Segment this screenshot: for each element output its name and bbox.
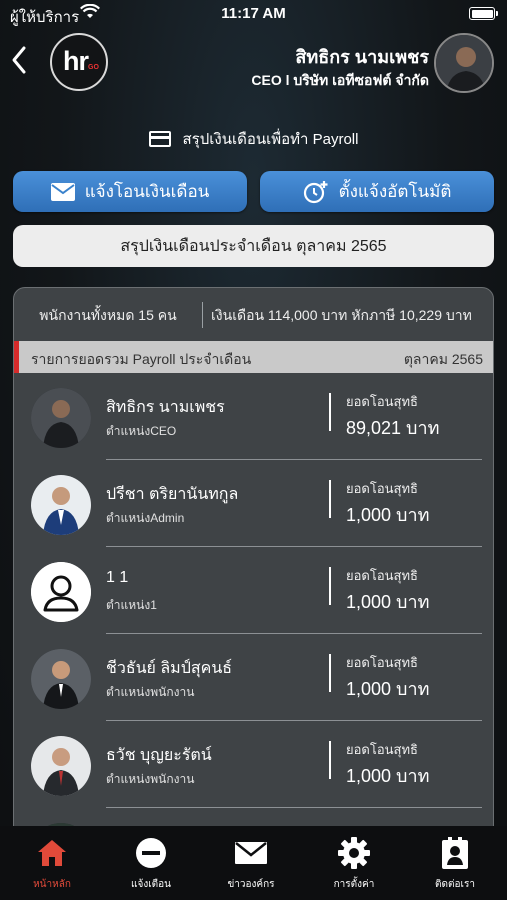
tab-label: หน้าหลัก — [33, 879, 71, 890]
employee-name: ชีวธันย์ ลิมป์สุคนธ์ — [106, 660, 233, 677]
battery-icon — [469, 7, 498, 20]
tab-label: ข่าวองค์กร — [227, 879, 275, 890]
employee-avatar — [31, 388, 91, 448]
user-role: CEO l บริษัท เอทีซอฟต์ จำกัด — [251, 72, 429, 88]
gear-icon — [338, 837, 370, 869]
employee-row[interactable]: 1 1 ตำแหน่ง1 ยอดโอนสุทธิ 1,000 บาท — [14, 547, 493, 634]
net-transfer-label: ยอดโอนสุทธิ — [346, 742, 418, 757]
person-photo-icon — [31, 475, 91, 535]
salary-transfer-label: แจ้งโอนเงินเดือน — [84, 182, 210, 201]
payroll-stats: พนักงานทั้งหมด 15 คน เงินเดือน 114,000 บ… — [14, 288, 493, 341]
employee-row[interactable]: สิทธิกร นามเพชร ตำแหน่งCEO ยอดโอนสุทธิ 8… — [14, 373, 493, 460]
divider — [329, 741, 331, 779]
payroll-panel: พนักงานทั้งหมด 15 คน เงินเดือน 114,000 บ… — [13, 287, 494, 847]
auto-notify-label: ตั้งแจ้งอัตโนมัติ — [338, 182, 452, 201]
envelope-icon — [50, 182, 75, 201]
employee-row[interactable]: ชีวธันย์ ลิมป์สุคนธ์ ตำแหน่งพนักงาน ยอดโ… — [14, 634, 493, 721]
employee-name: ปรีชา ตริยานันทกูล — [106, 486, 239, 503]
employee-name: ธวัช บุญยะรัตน์ — [106, 747, 212, 764]
default-user-icon — [31, 562, 91, 622]
home-icon — [38, 840, 66, 866]
net-transfer-label: ยอดโอนสุทธิ — [346, 394, 418, 409]
credit-card-icon — [148, 131, 171, 147]
employee-position: ตำแหน่ง1 — [106, 598, 157, 612]
divider — [329, 393, 331, 431]
employee-avatar — [31, 736, 91, 796]
tab-settings[interactable]: การตั้งค่า — [304, 826, 404, 900]
employee-position: ตำแหน่งAdmin — [106, 511, 185, 525]
user-avatar[interactable] — [434, 33, 494, 93]
person-photo-icon — [31, 736, 91, 796]
contact-badge-icon — [442, 837, 468, 869]
employee-position: ตำแหน่งพนักงาน — [106, 772, 195, 786]
salary-transfer-button[interactable]: แจ้งโอนเงินเดือน — [13, 171, 247, 212]
logo-subtext: GO — [88, 64, 99, 71]
net-transfer-value: 1,000 บาท — [346, 766, 430, 786]
tab-label: แจ้งเตือน — [131, 879, 171, 890]
person-photo-icon — [31, 388, 91, 448]
mail-icon — [235, 842, 267, 864]
hrgo-logo: hr GO — [50, 33, 108, 91]
minus-circle-icon — [136, 838, 166, 868]
payroll-summary-title: สรุปเงินเดือนเพื่อทำ Payroll — [182, 131, 359, 148]
employee-avatar — [31, 475, 91, 535]
payroll-list-month: ตุลาคม 2565 — [403, 351, 483, 367]
tab-home[interactable]: หน้าหลัก — [2, 826, 102, 900]
clock-plus-icon — [303, 180, 328, 203]
divider — [329, 654, 331, 692]
employee-position: ตำแหน่งพนักงาน — [106, 685, 195, 699]
divider — [329, 567, 331, 605]
divider — [329, 480, 331, 518]
tab-label: ติดต่อเรา — [435, 879, 475, 890]
back-arrow-icon[interactable] — [8, 44, 30, 76]
employee-avatar — [31, 649, 91, 709]
tab-bar: หน้าหลัก แจ้งเตือน ข่าวองค์กร การตั้งค่า — [0, 826, 507, 900]
person-photo-icon — [31, 649, 91, 709]
net-transfer-label: ยอดโอนสุทธิ — [346, 655, 418, 670]
clock: 11:17 AM — [221, 5, 286, 22]
payroll-summary-heading: สรุปเงินเดือนเพื่อทำ Payroll — [0, 127, 507, 151]
payroll-list-header: รายการยอดรวม Payroll ประจำเดือน ตุลาคม 2… — [14, 341, 493, 373]
employee-avatar — [31, 562, 91, 622]
net-transfer-value: 1,000 บาท — [346, 505, 430, 525]
payroll-list-title: รายการยอดรวม Payroll ประจำเดือน — [31, 351, 252, 367]
tab-notifications[interactable]: แจ้งเตือน — [101, 826, 201, 900]
status-bar: ผู้ให้บริการ 11:17 AM — [0, 0, 507, 28]
employee-row[interactable]: ปรีชา ตริยานันทกูล ตำแหน่งAdmin ยอดโอนสุ… — [14, 460, 493, 547]
net-transfer-value: 89,021 บาท — [346, 418, 440, 438]
user-name: สิทธิกร นามเพชร — [295, 47, 429, 67]
employee-row[interactable]: ธวัช บุญยะรัตน์ ตำแหน่งพนักงาน ยอดโอนสุท… — [14, 721, 493, 808]
monthly-summary-button[interactable]: สรุปเงินเดือนประจำเดือน ตุลาคม 2565 — [13, 225, 494, 267]
logo-text: hr — [63, 46, 89, 76]
employee-name: สิทธิกร นามเพชร — [106, 399, 225, 416]
auto-notify-button[interactable]: ตั้งแจ้งอัตโนมัติ — [260, 171, 494, 212]
employee-name: 1 1 — [106, 569, 129, 586]
net-transfer-value: 1,000 บาท — [346, 679, 430, 699]
employee-count: พนักงานทั้งหมด 15 คน — [14, 301, 203, 328]
tab-contact[interactable]: ติดต่อเรา — [405, 826, 505, 900]
tab-news[interactable]: ข่าวองค์กร — [201, 826, 301, 900]
net-transfer-label: ยอดโอนสุทธิ — [346, 568, 418, 583]
salary-tax-summary: เงินเดือน 114,000 บาท หักภาษี 10,229 บาท — [211, 306, 472, 323]
net-transfer-label: ยอดโอนสุทธิ — [346, 481, 418, 496]
net-transfer-value: 1,000 บาท — [346, 592, 430, 612]
employee-position: ตำแหน่งCEO — [106, 424, 177, 438]
tab-label: การตั้งค่า — [333, 879, 375, 890]
